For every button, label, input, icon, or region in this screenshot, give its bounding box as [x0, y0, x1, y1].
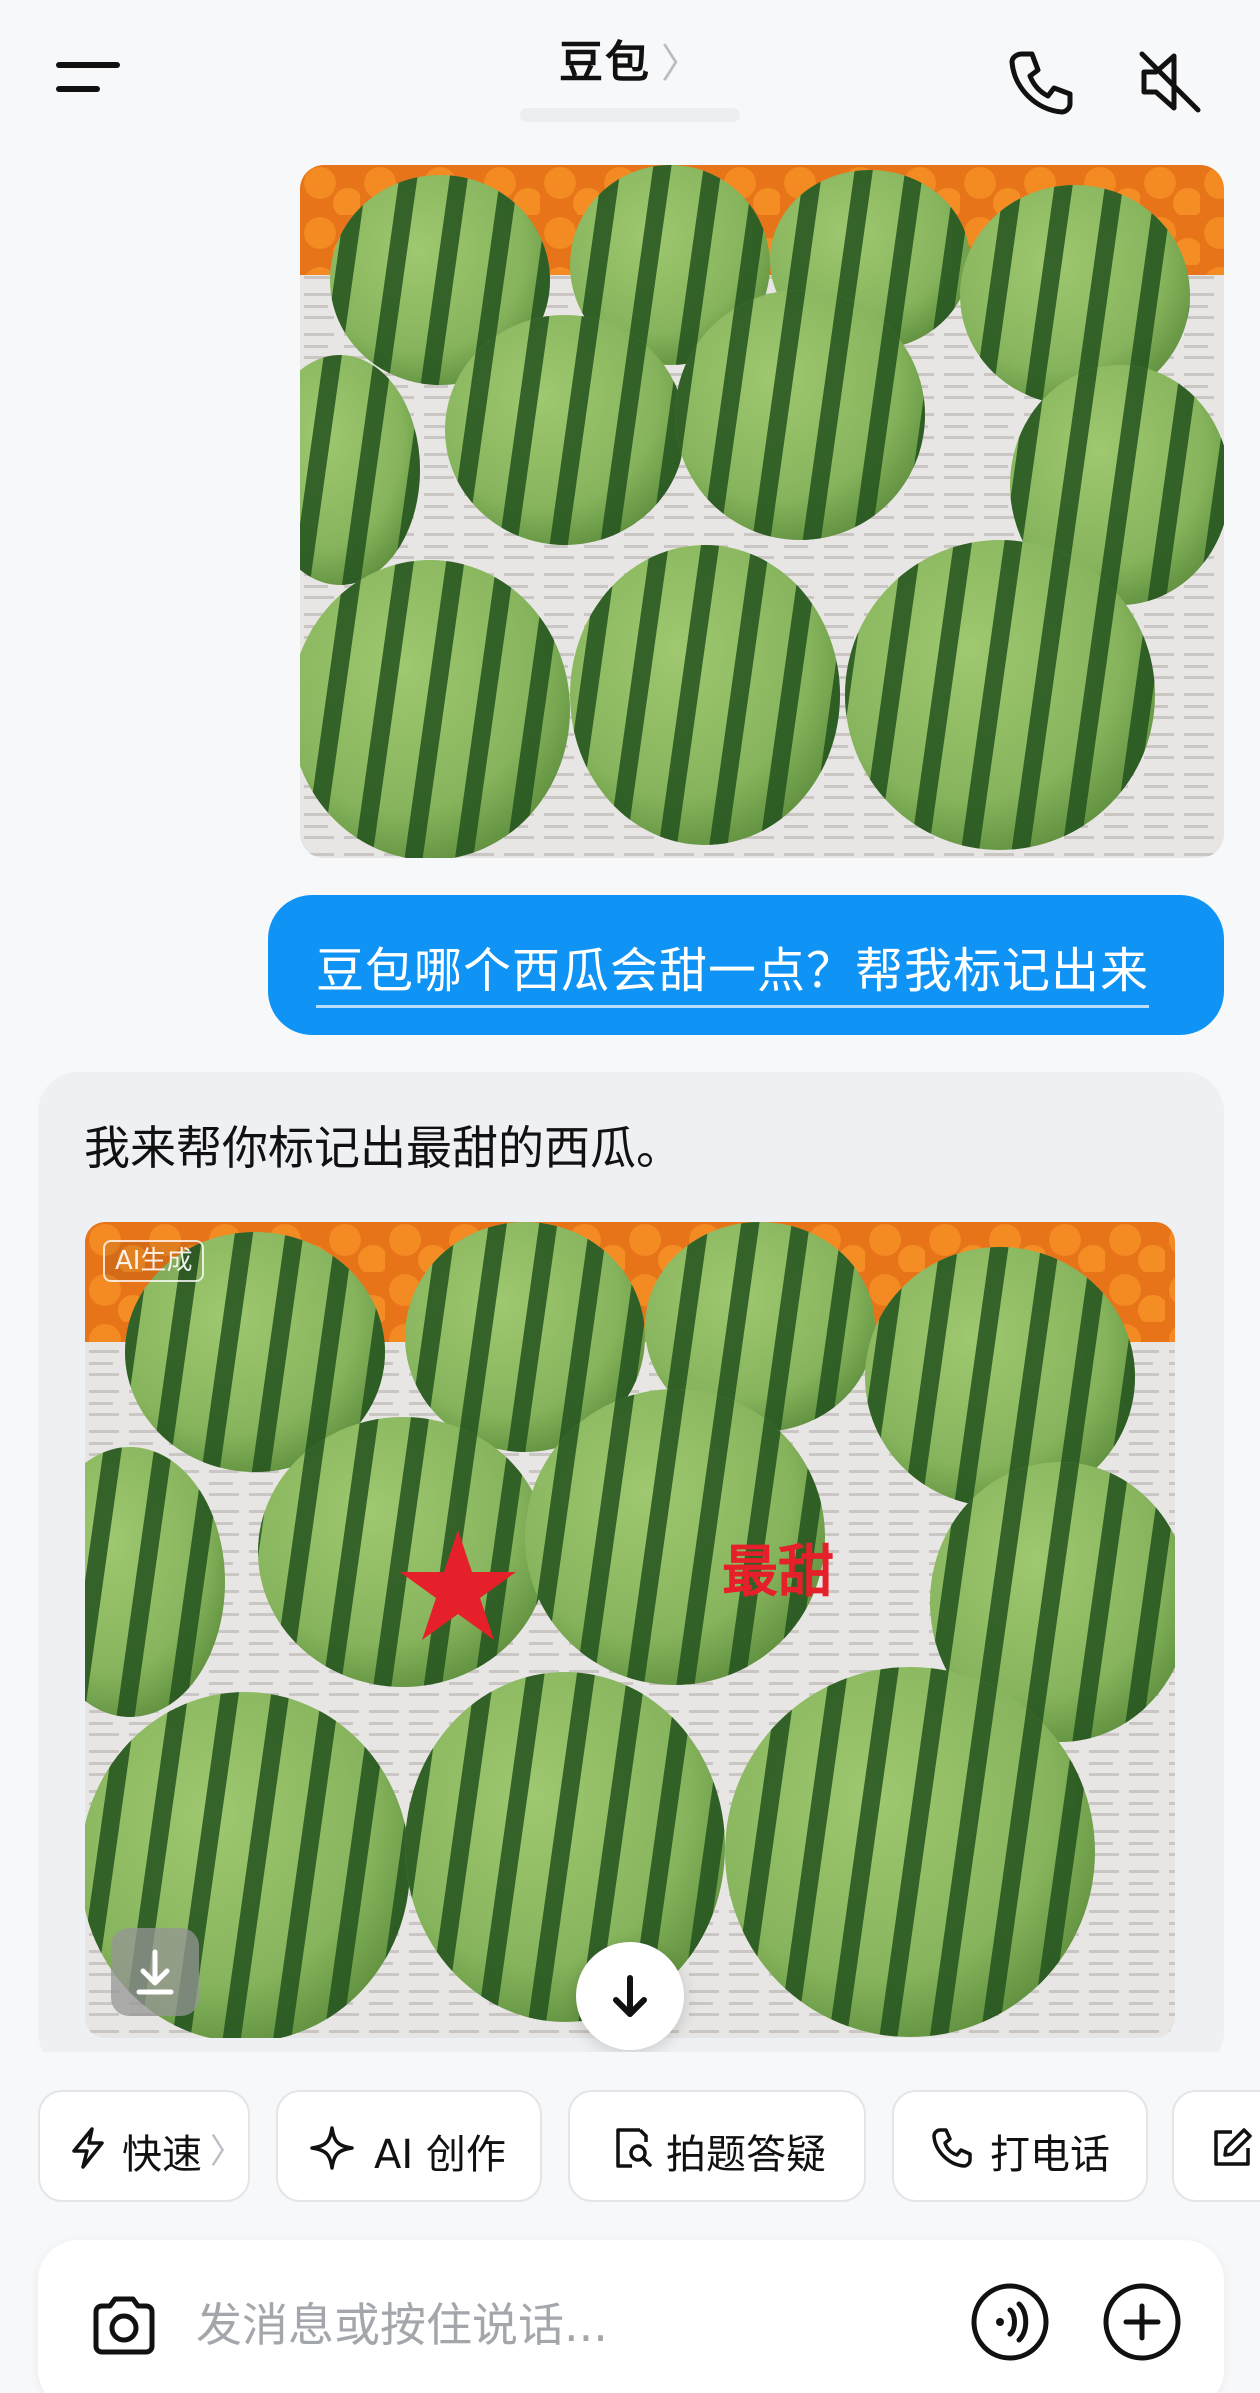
user-message-text: 豆包哪个西瓜会甜一点？帮我标记出来 [316, 931, 1150, 1008]
message-input-bar [38, 2240, 1224, 2393]
quick-chip-fast[interactable]: 快速 〉 [38, 2090, 250, 2202]
generated-image[interactable]: 最甜 AI生成 [85, 1222, 1175, 2038]
user-uploaded-photo[interactable] [300, 165, 1224, 858]
photo-search-icon [616, 2128, 652, 2168]
sweetest-label: 最甜 [722, 1540, 834, 1605]
scroll-to-bottom-button[interactable] [576, 1942, 684, 2050]
quick-chip-edit[interactable] [1172, 2090, 1260, 2202]
top-bar: 豆包〉 [0, 0, 1260, 150]
message-input[interactable] [196, 2290, 896, 2360]
quick-chip-photo-qa[interactable]: 拍题答疑 [568, 2090, 866, 2202]
quick-chip-ai-create[interactable]: AI 创作 [276, 2090, 542, 2202]
bot-message-text: 我来帮你标记出最甜的西瓜。 [84, 1121, 682, 1175]
add-plus-icon[interactable] [1100, 2280, 1184, 2364]
edit-icon [1214, 2128, 1252, 2166]
ai-generated-tag: AI生成 [103, 1240, 205, 1282]
composer-area: 快速 〉 AI 创作 拍题答疑 打电话 [0, 2052, 1260, 2393]
chat-title[interactable]: 豆包 [559, 37, 651, 88]
voice-call-icon[interactable] [968, 2280, 1052, 2364]
camera-icon[interactable] [84, 2286, 164, 2366]
quick-chip-fast-label: 快速 [122, 2132, 202, 2178]
download-image-button[interactable] [111, 1928, 199, 2016]
download-icon [136, 1949, 174, 1995]
quick-chip-ai-create-label: AI 创作 [374, 2132, 506, 2178]
quick-chip-photo-qa-label: 拍题答疑 [666, 2132, 826, 2178]
user-message-bubble[interactable]: 豆包哪个西瓜会甜一点？帮我标记出来 [268, 895, 1224, 1035]
phone-call-icon[interactable] [1000, 42, 1080, 122]
lightning-icon [72, 2127, 104, 2169]
title-subtitle-placeholder [520, 108, 740, 122]
speaker-mute-icon[interactable] [1130, 42, 1210, 122]
arrow-down-icon [613, 1975, 647, 2017]
watermelon-photo [300, 165, 1224, 858]
quick-chip-phone-call-label: 打电话 [990, 2132, 1110, 2178]
chip-chevron-icon: 〉 [210, 2132, 244, 2172]
title-chevron-icon: 〉 [661, 41, 701, 87]
quick-chip-phone-call[interactable]: 打电话 [892, 2090, 1148, 2202]
watermelon-marked-photo [85, 1222, 1175, 2038]
sparkle-icon [310, 2126, 354, 2170]
phone-icon [932, 2128, 972, 2168]
bot-response-card: 我来帮你标记出最甜的西瓜。 最甜 AI生成 [38, 1072, 1224, 2072]
